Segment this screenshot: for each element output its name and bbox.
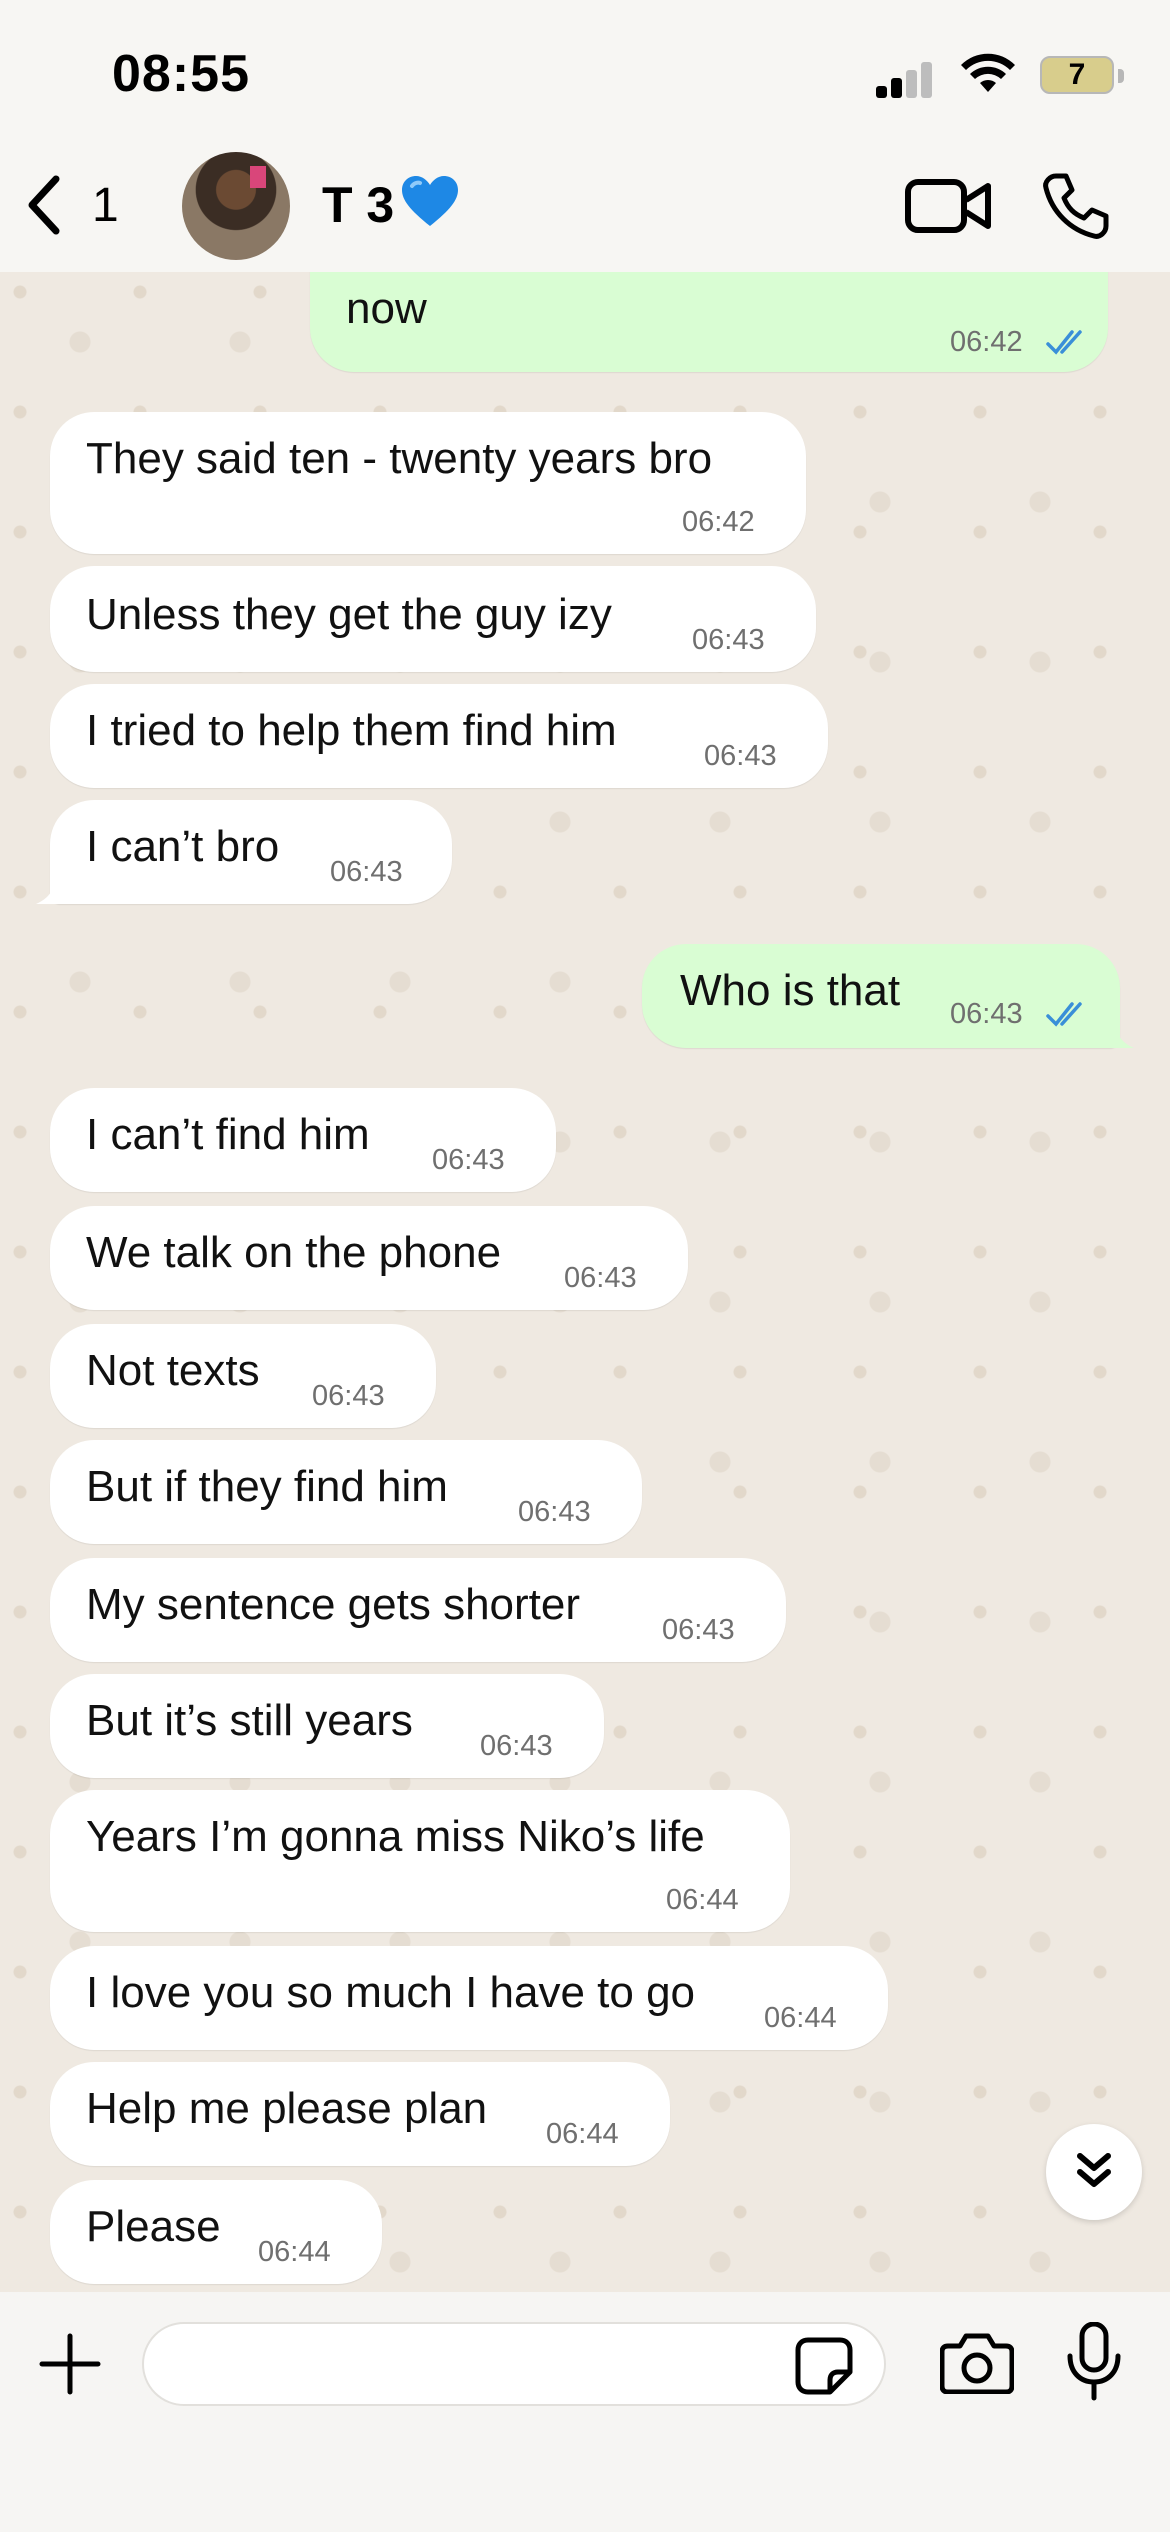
blue-heart-icon: [402, 176, 458, 226]
message-text: They said ten - twenty years bro: [86, 434, 713, 483]
message-time: 06:43: [480, 1730, 553, 1762]
plus-icon[interactable]: [38, 2332, 102, 2396]
message-time: 06:43: [432, 1144, 505, 1176]
message-time: 06:44: [258, 2236, 331, 2268]
phone-call-icon[interactable]: [1040, 170, 1112, 242]
message-text: My sentence gets shorter: [86, 1580, 581, 1629]
read-receipt-icon: [1046, 330, 1082, 355]
message-text: now: [346, 284, 427, 333]
message-bubble-outgoing[interactable]: Who is that 06:43: [642, 944, 1134, 1048]
message-time: 06:44: [764, 2002, 837, 2034]
message-bubble-incoming[interactable]: I can’t find him 06:43: [50, 1088, 556, 1192]
message-text: I can’t bro: [86, 822, 280, 871]
message-time: 06:44: [666, 1884, 739, 1916]
message-text: Unless they get the guy izy: [86, 590, 612, 639]
status-time: 08:55: [112, 45, 250, 103]
message-bubble-incoming[interactable]: Unless they get the guy izy 06:43: [50, 566, 816, 672]
contact-name[interactable]: T 3: [322, 176, 394, 234]
message-text: Who is that: [680, 966, 901, 1015]
battery-tip: [1118, 69, 1124, 83]
message-bubble-incoming[interactable]: My sentence gets shorter 06:43: [50, 1558, 786, 1662]
message-bubble-incoming[interactable]: Help me please plan 06:44: [50, 2062, 670, 2166]
message-text: I can’t find him: [86, 1110, 370, 1159]
message-text: Help me please plan: [86, 2084, 488, 2133]
sticker-icon[interactable]: [794, 2336, 854, 2396]
message-time: 06:42: [682, 506, 755, 538]
message-text: I tried to help them find him: [86, 706, 617, 755]
message-time: 06:43: [662, 1614, 735, 1646]
message-text: We talk on the phone: [86, 1228, 502, 1277]
cellular-signal-icon: [876, 58, 936, 98]
chat-header: 1 T 3: [0, 140, 1170, 272]
message-text: But it’s still years: [86, 1696, 413, 1745]
message-bubble-incoming[interactable]: But it’s still years 06:43: [50, 1674, 604, 1778]
message-bubble-incoming[interactable]: I love you so much I have to go 06:44: [50, 1946, 888, 2050]
camera-icon[interactable]: [940, 2332, 1014, 2394]
message-bubble-incoming[interactable]: I can’t bro 06:43: [36, 800, 452, 904]
chat-messages[interactable]: now 06:42 They said ten - twenty years b…: [0, 272, 1170, 2292]
avatar[interactable]: [182, 152, 290, 260]
message-bubble-incoming[interactable]: Please 06:44: [50, 2180, 382, 2284]
video-call-icon[interactable]: [904, 174, 992, 238]
bubble-tail: [36, 870, 70, 904]
wifi-icon: [961, 53, 1015, 92]
chevron-left-icon: [28, 175, 60, 235]
message-time: 06:43: [692, 624, 765, 656]
message-bubble-incoming[interactable]: But if they find him 06:43: [50, 1440, 642, 1544]
message-bubble-incoming[interactable]: Not texts 06:43: [50, 1324, 436, 1428]
message-text: Not texts: [86, 1346, 260, 1395]
bubble-tail: [1100, 1014, 1134, 1048]
avatar-detail: [250, 166, 266, 188]
message-time: 06:43: [518, 1496, 591, 1528]
unread-count: 1: [92, 178, 119, 232]
back-button[interactable]: 1: [22, 170, 142, 240]
message-bubble-incoming[interactable]: They said ten - twenty years bro 06:42: [50, 412, 806, 554]
battery-icon: 7: [1040, 56, 1114, 94]
message-bubble-outgoing[interactable]: now 06:42: [310, 272, 1108, 372]
microphone-icon[interactable]: [1066, 2322, 1122, 2402]
scroll-to-bottom-button[interactable]: [1046, 2124, 1142, 2220]
message-text: Years I’m gonna miss Niko’s life: [86, 1812, 705, 1861]
status-bar: 08:55 7: [0, 0, 1170, 140]
message-bubble-incoming[interactable]: I tried to help them find him 06:43: [50, 684, 828, 788]
message-bubble-incoming[interactable]: We talk on the phone 06:43: [50, 1206, 688, 1310]
message-text: I love you so much I have to go: [86, 1968, 696, 2017]
message-time: 06:42: [950, 326, 1023, 358]
message-text: But if they find him: [86, 1462, 448, 1511]
message-time: 06:43: [950, 998, 1023, 1030]
message-time: 06:43: [330, 856, 403, 888]
message-time: 06:44: [546, 2118, 619, 2150]
message-time: 06:43: [704, 740, 777, 772]
message-composer: [0, 2292, 1170, 2532]
status-icons: 7: [850, 52, 1140, 102]
message-bubble-incoming[interactable]: Years I’m gonna miss Niko’s life 06:44: [50, 1790, 790, 1932]
message-time: 06:43: [312, 1380, 385, 1412]
message-text: Please: [86, 2202, 221, 2251]
double-chevron-down-icon: [1077, 2153, 1111, 2187]
message-input[interactable]: [142, 2322, 886, 2406]
message-time: 06:43: [564, 1262, 637, 1294]
read-receipt-icon: [1046, 1002, 1082, 1027]
